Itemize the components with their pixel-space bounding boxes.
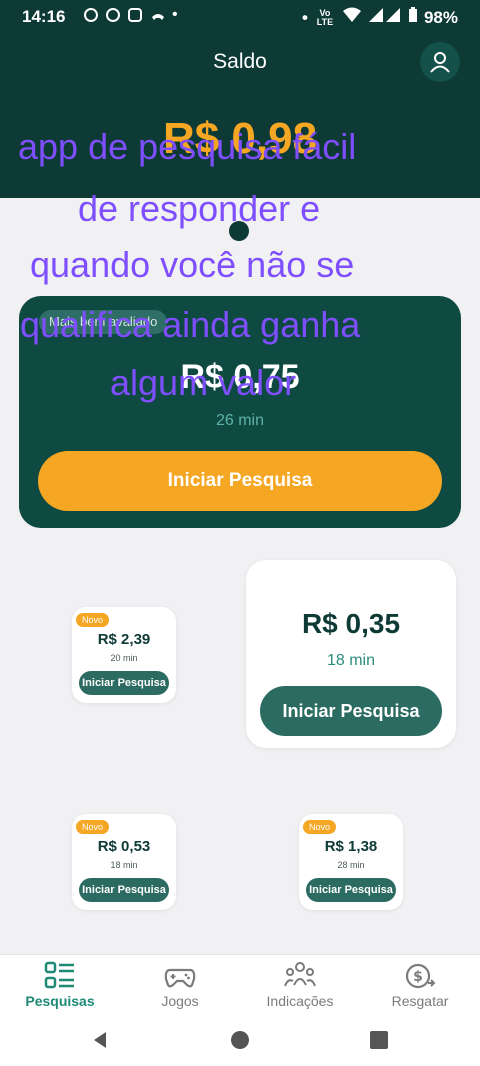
user-icon xyxy=(430,52,450,73)
notification-icon xyxy=(106,8,120,22)
system-status: • Vo LTE 98% xyxy=(302,7,458,28)
nav-item-jogos[interactable]: Jogos xyxy=(120,955,240,1025)
overlay-caption-line: app de pesquisa fácil xyxy=(18,126,357,167)
overlay-caption-line: de responder e xyxy=(78,188,321,229)
overlay-caption-line: qualifica ainda ganha xyxy=(20,304,361,345)
survey-reward: R$ 0,35 xyxy=(301,608,401,639)
nav-label: Indicações xyxy=(266,993,334,1009)
profile-button[interactable] xyxy=(420,42,460,82)
signal-icon xyxy=(368,7,402,28)
recents-icon[interactable] xyxy=(369,1030,389,1050)
start-survey-button[interactable]: Iniciar Pesquisa xyxy=(79,671,169,695)
network-label: Vo LTE xyxy=(316,7,334,27)
new-badge: Novo xyxy=(76,613,110,627)
new-badge: Novo xyxy=(303,820,337,834)
new-badge: Novo xyxy=(76,820,110,834)
nav-label: Resgatar xyxy=(391,993,449,1009)
nav-item-resgatar[interactable]: $ Resgatar xyxy=(360,955,480,1025)
overlay-caption-line: quando você não se xyxy=(30,244,355,285)
status-bullet-right: • xyxy=(302,7,308,27)
instagram-icon xyxy=(128,8,142,22)
balance-header: Saldo R$ 0,98 xyxy=(0,32,480,198)
users-icon xyxy=(284,962,316,987)
status-bar: 14:16 • • Vo LTE 98% xyxy=(0,0,480,32)
survey-card[interactable]: Novo R$ 2,39 20 min Iniciar Pesquisa xyxy=(72,607,176,703)
system-nav-bar xyxy=(0,1024,480,1066)
call-icon xyxy=(150,8,164,22)
survey-card[interactable]: Novo R$ 1,38 28 min Iniciar Pesquisa xyxy=(299,814,403,910)
list-icon xyxy=(44,961,74,989)
survey-duration: 26 min xyxy=(215,412,265,429)
status-time: 14:16 xyxy=(22,7,66,26)
survey-card[interactable]: Novo R$ 0,53 18 min Iniciar Pesquisa xyxy=(72,814,176,910)
start-survey-button[interactable]: Iniciar Pesquisa xyxy=(260,686,442,736)
overlay-caption-line: algum valor xyxy=(110,362,297,403)
wifi-icon xyxy=(342,7,362,28)
nav-label: Jogos xyxy=(161,993,199,1009)
notification-icons: • xyxy=(84,6,178,23)
survey-reward: R$ 2,39 xyxy=(97,631,151,648)
survey-duration: 18 min xyxy=(326,652,376,669)
gamepad-icon xyxy=(164,968,196,988)
survey-reward: R$ 1,38 xyxy=(324,838,378,855)
back-icon[interactable] xyxy=(90,1030,110,1050)
svg-text:$: $ xyxy=(413,969,423,985)
nav-item-indicacoes[interactable]: Indicações xyxy=(240,955,360,1025)
home-icon[interactable] xyxy=(230,1030,250,1050)
survey-duration: 28 min xyxy=(337,860,365,870)
status-bullet-left: • xyxy=(172,6,178,23)
start-survey-button[interactable]: Iniciar Pesquisa xyxy=(38,451,442,511)
battery-icon xyxy=(408,7,418,28)
page-title: Saldo xyxy=(213,50,267,73)
nav-item-pesquisas[interactable]: Pesquisas xyxy=(0,955,120,1025)
survey-card[interactable]: R$ 0,35 18 min Iniciar Pesquisa xyxy=(246,560,456,748)
battery-percentage: 98% xyxy=(423,7,458,27)
notification-icon xyxy=(84,8,98,22)
survey-duration: 20 min xyxy=(110,653,138,663)
start-survey-button[interactable]: Iniciar Pesquisa xyxy=(79,878,169,902)
cash-out-icon: $ xyxy=(405,963,436,989)
survey-duration: 18 min xyxy=(110,860,138,870)
start-survey-button[interactable]: Iniciar Pesquisa xyxy=(306,878,396,902)
bottom-nav: Pesquisas Jogos Indicações $ Resgatar xyxy=(0,954,480,1025)
survey-reward: R$ 0,53 xyxy=(97,838,151,855)
nav-label: Pesquisas xyxy=(25,993,95,1009)
